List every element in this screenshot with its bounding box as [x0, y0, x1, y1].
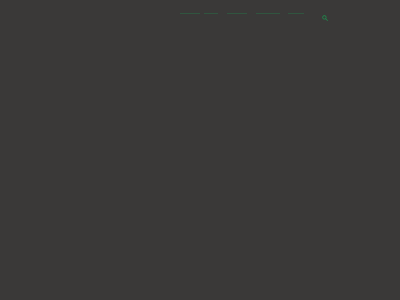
nav-link-3[interactable]: [227, 8, 247, 14]
search-icon-glyph: [322, 15, 328, 21]
page-content-area: [0, 22, 400, 300]
nav-link-4[interactable]: [256, 8, 280, 14]
top-navigation-bar: [0, 0, 400, 22]
site-logo[interactable]: [75, 7, 102, 14]
nav-link-2[interactable]: [204, 8, 218, 14]
search-icon[interactable]: [322, 8, 328, 21]
nav-link-1[interactable]: [180, 8, 200, 14]
search-icon-handle: [325, 18, 328, 21]
nav-link-5[interactable]: [288, 8, 304, 14]
